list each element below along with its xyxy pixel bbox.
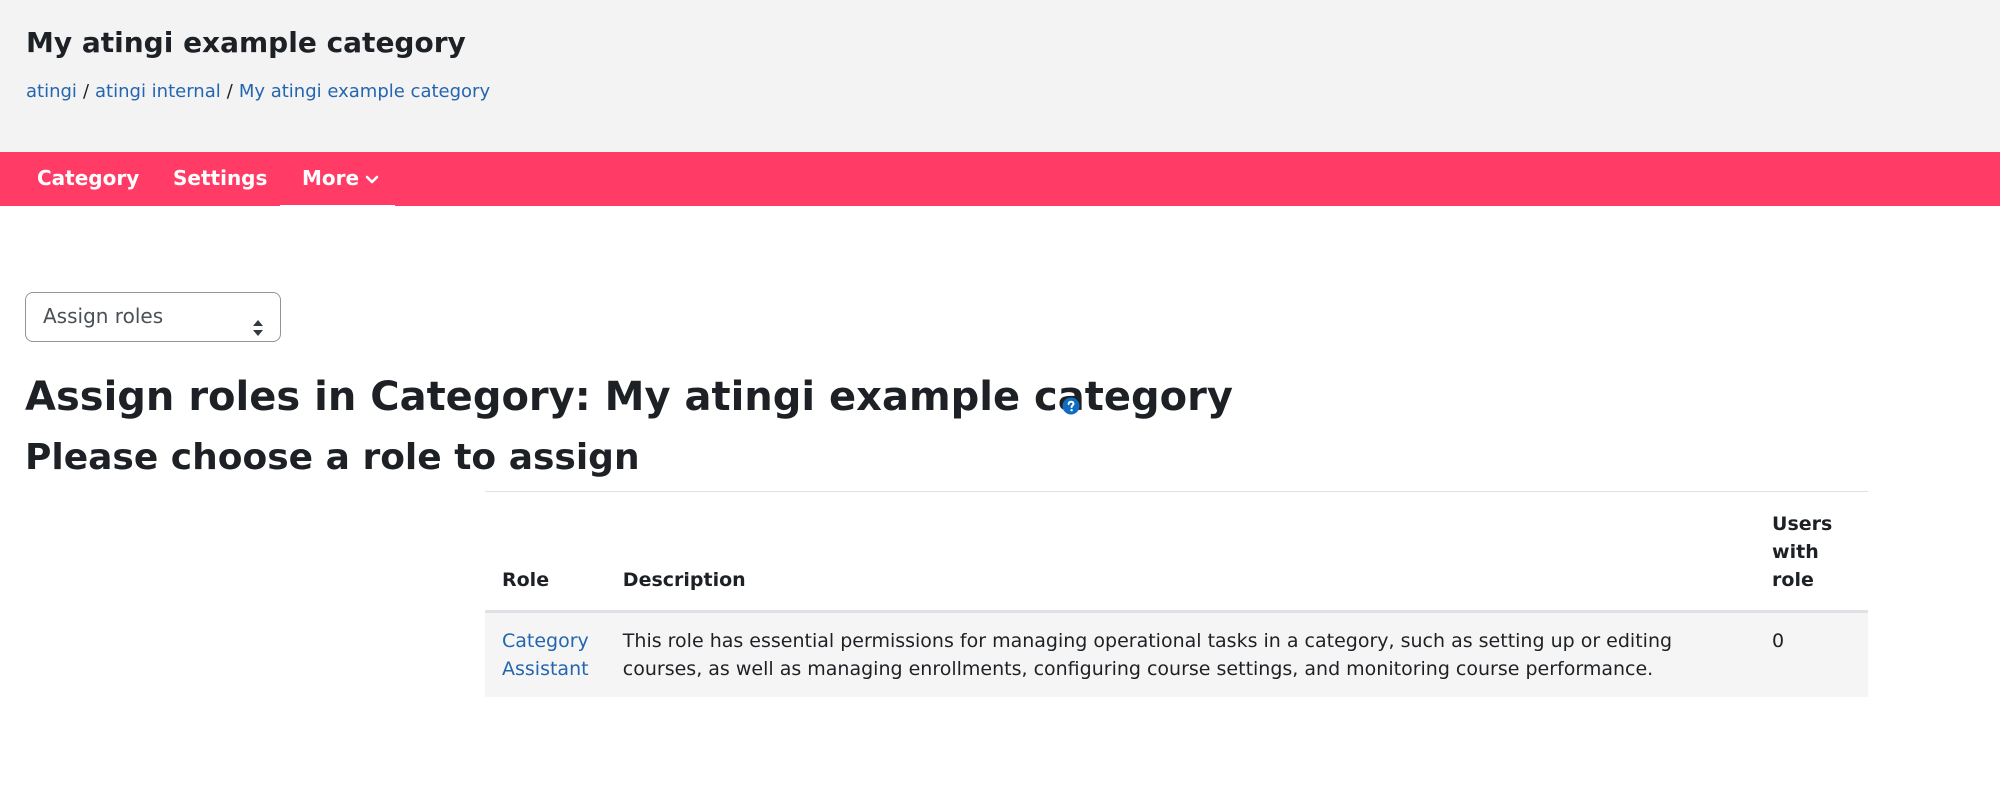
role-cell: Category Assistant xyxy=(485,611,606,697)
secondary-navigation: Category Settings More xyxy=(0,152,2000,209)
roles-table: Role Description Users with role Categor… xyxy=(485,491,1868,697)
nav-divider xyxy=(0,206,14,209)
tab-more-label: More xyxy=(302,166,360,190)
role-link[interactable]: Category Assistant xyxy=(502,630,589,680)
breadcrumb-item-atingi[interactable]: atingi xyxy=(26,81,77,102)
column-header-role: Role xyxy=(485,491,606,613)
chevron-down-icon xyxy=(365,152,379,204)
question-circle-icon[interactable] xyxy=(1062,397,1080,419)
users-count-cell: 0 xyxy=(1755,611,1868,697)
role-action-select[interactable]: Assign roles xyxy=(25,292,281,342)
tab-category[interactable]: Category xyxy=(37,152,139,206)
page-header: My atingi example category atingi / atingi… xyxy=(0,0,2000,152)
table-header-row: Role Description Users with role xyxy=(485,491,1868,613)
page-title: My atingi example category xyxy=(26,26,466,59)
table-row: Category Assistant This role has essenti… xyxy=(485,611,1868,697)
sub-heading: Please choose a role to assign xyxy=(25,437,640,478)
role-action-select-value: Assign roles xyxy=(43,304,164,328)
tab-more[interactable]: More xyxy=(279,152,396,209)
breadcrumb: atingi / atingi internal / My atingi example… xyxy=(26,81,490,102)
description-cell: This role has essential permissions for … xyxy=(605,611,1756,697)
breadcrumb-separator: / xyxy=(82,81,90,102)
breadcrumb-item-atingi-internal[interactable]: atingi internal xyxy=(95,81,221,102)
main-heading: Assign roles in Category: My atingi exam… xyxy=(25,374,1233,420)
column-header-description: Description xyxy=(605,491,1756,613)
sort-arrows-icon xyxy=(252,308,264,355)
breadcrumb-item-current-category[interactable]: My atingi example category xyxy=(239,81,490,102)
breadcrumb-separator: / xyxy=(226,81,233,102)
tab-settings[interactable]: Settings xyxy=(173,152,267,206)
column-header-users-with-role: Users with role xyxy=(1755,491,1868,613)
